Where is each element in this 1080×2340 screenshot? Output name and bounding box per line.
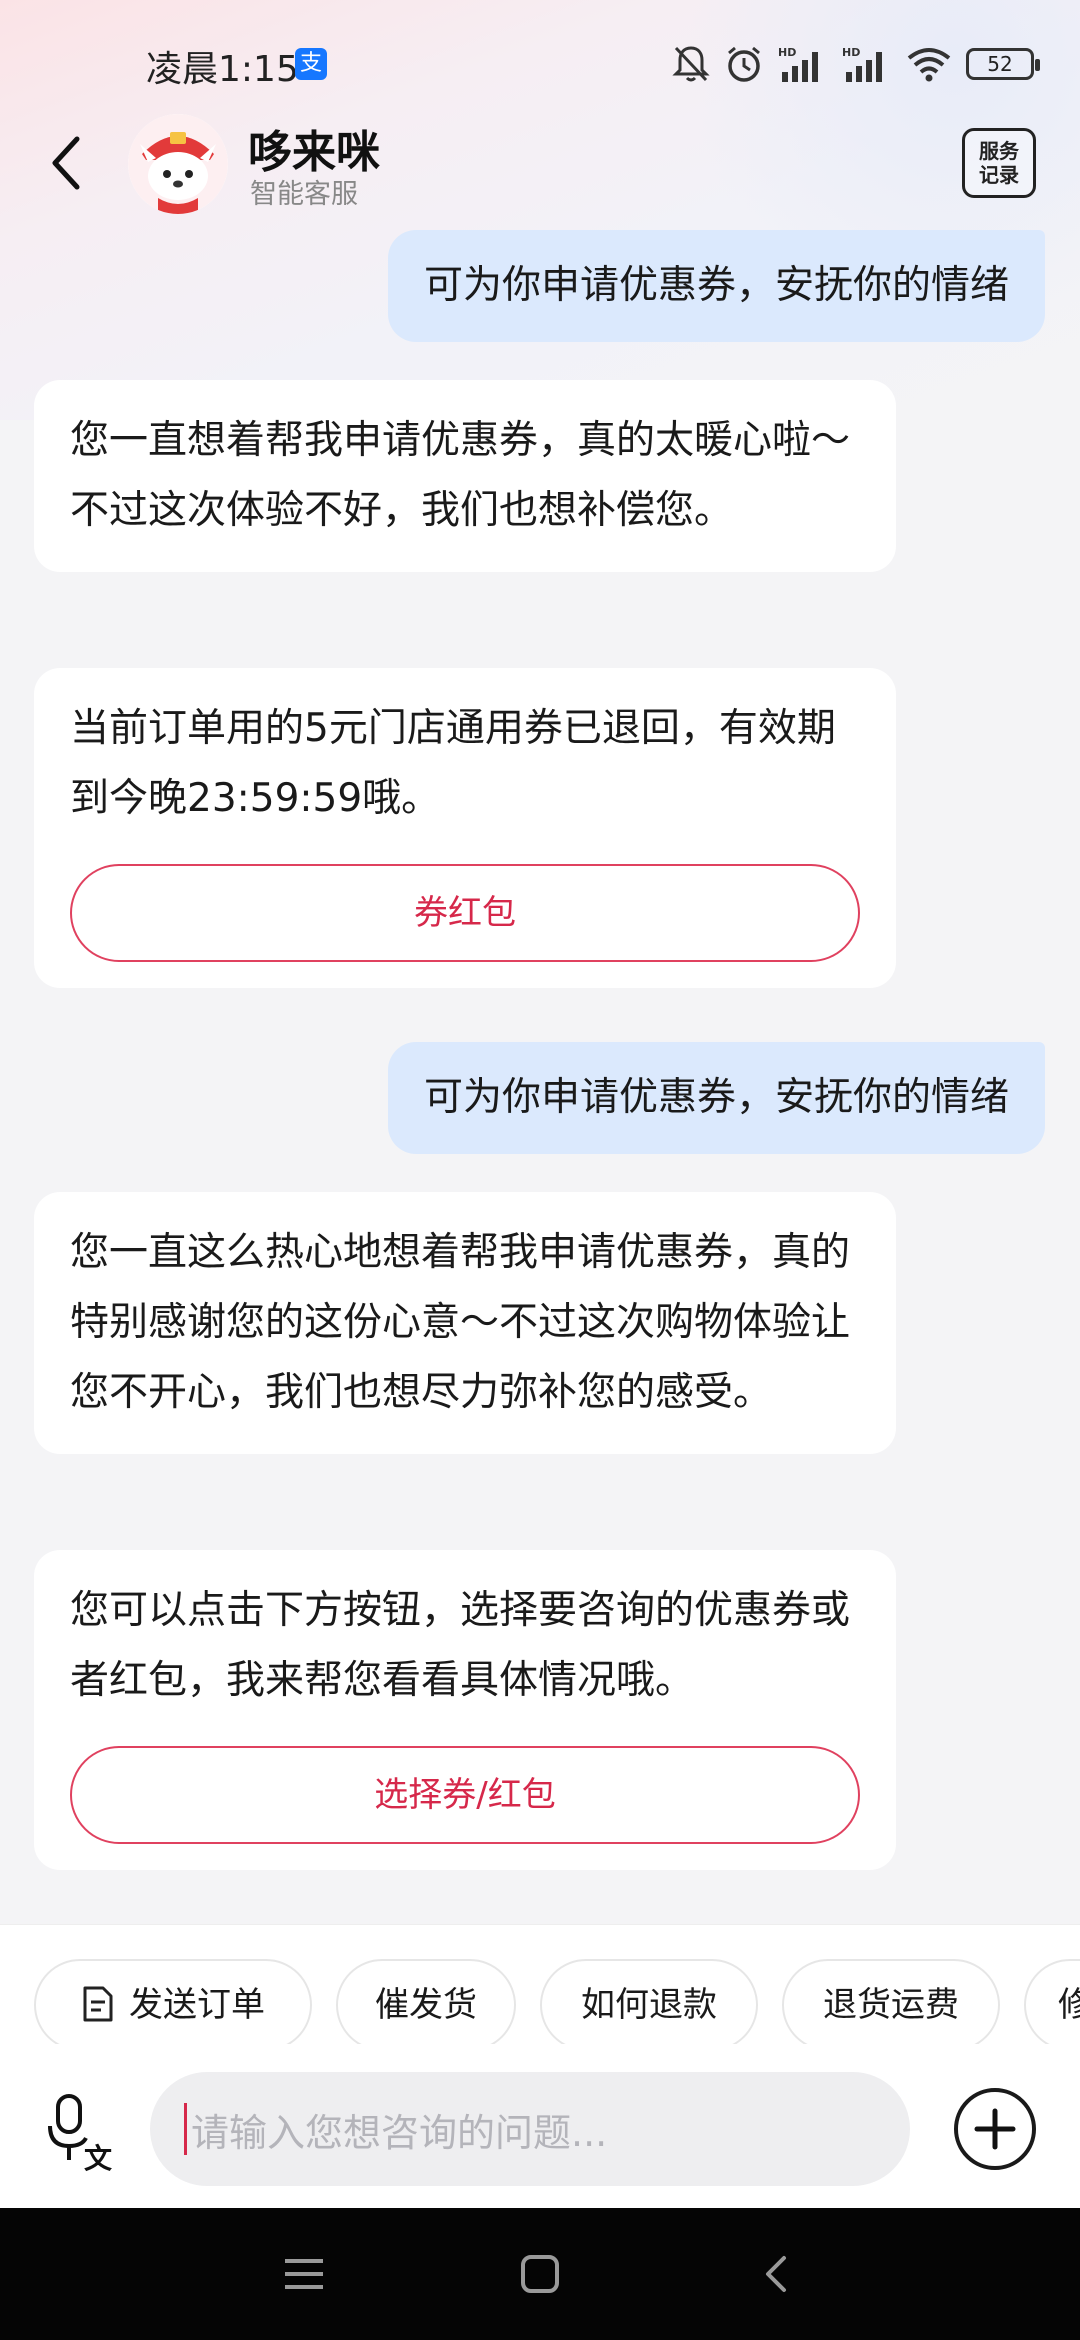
input-placeholder: 请输入您想咨询的问题... — [191, 2110, 608, 2155]
message-text: 您可以点击下方按钮，选择要咨询的优惠券或者红包，我来帮您看看具体情况哦。 — [70, 1588, 851, 1703]
voice-to-text-icon: 文 — [48, 2094, 112, 2175]
message-input[interactable]: 请输入您想咨询的问题... — [150, 2072, 910, 2186]
quick-reply-urge-shipping[interactable]: 催发货 — [336, 1959, 516, 2044]
user-message: 可为你申请优惠券，安抚你的情绪 — [387, 1042, 1045, 1154]
voice-text-label: 文 — [84, 2142, 112, 2172]
text-cursor — [184, 2103, 187, 2155]
message-text: 可为你申请优惠券，安抚你的情绪 — [423, 263, 1009, 308]
chip-label: 修 — [1058, 1985, 1080, 2025]
system-nav-bar — [0, 2208, 1080, 2340]
document-icon — [83, 1986, 113, 2021]
chat-header: 哆来咪 智能客服 服务 记录 — [0, 108, 1080, 218]
quick-reply-return-shipping[interactable]: 退货运费 — [782, 1959, 1000, 2044]
quick-reply-send-order[interactable]: 发送订单 — [34, 1959, 312, 2044]
chip-label: 退货运费 — [823, 1985, 959, 2025]
status-time: 凌晨1:15 — [146, 49, 299, 90]
service-record-label-1: 服务 — [979, 139, 1019, 163]
bot-message: 当前订单用的5元门店通用券已退回，有效期到今晚23:59:59哦。 券红包 — [34, 668, 896, 988]
message-text: 您一直想着帮我申请优惠券，真的太暖心啦～不过这次体验不好，我们也想补偿您。 — [70, 418, 851, 533]
select-coupon-button[interactable]: 选择券/红包 — [70, 1746, 860, 1844]
plus-icon — [974, 2108, 1016, 2150]
hd-signal-icon: HD — [778, 46, 818, 82]
input-bar: 文 请输入您想咨询的问题... — [0, 2044, 1080, 2208]
coupon-redpacket-button[interactable]: 券红包 — [70, 864, 860, 962]
menu-icon — [285, 2259, 323, 2289]
chip-label: 发送订单 — [129, 1985, 265, 2025]
message-text: 当前订单用的5元门店通用券已退回，有效期到今晚23:59:59哦。 — [70, 706, 836, 821]
alipay-icon: 支 — [295, 48, 327, 80]
nav-menu-button[interactable] — [280, 2254, 328, 2294]
avatar[interactable] — [128, 114, 228, 214]
svg-text:HD: HD — [778, 46, 796, 59]
home-square-icon — [521, 2255, 559, 2293]
more-options-button[interactable] — [954, 2088, 1036, 2170]
bot-name: 哆来咪 — [248, 127, 380, 178]
bot-message: 您一直这么热心地想着帮我申请优惠券，真的特别感谢您的这份心意～不过这次购物体验让… — [34, 1192, 896, 1454]
service-record-button[interactable]: 服务 记录 — [962, 128, 1036, 198]
back-triangle-icon — [766, 2256, 786, 2292]
chevron-left-icon — [52, 136, 80, 190]
bot-message: 您一直想着帮我申请优惠券，真的太暖心啦～不过这次体验不好，我们也想补偿您。 — [34, 380, 896, 572]
battery-icon: 52 — [966, 48, 1040, 80]
nav-back-button[interactable] — [752, 2254, 800, 2294]
quick-reply-more[interactable]: 修 — [1024, 1959, 1080, 2044]
status-icons: HD HD 52 — [672, 40, 1040, 88]
mute-bell-icon — [672, 46, 710, 82]
bot-subtitle: 智能客服 — [250, 179, 358, 210]
chip-label: 催发货 — [375, 1985, 477, 2025]
quick-reply-how-to-refund[interactable]: 如何退款 — [540, 1959, 758, 2044]
chip-label: 如何退款 — [581, 1985, 717, 2025]
message-text: 您一直这么热心地想着帮我申请优惠券，真的特别感谢您的这份心意～不过这次购物体验让… — [70, 1230, 851, 1415]
hd-signal-icon: HD — [842, 46, 882, 82]
back-button[interactable] — [40, 128, 90, 198]
mascot-avatar-icon — [128, 114, 228, 214]
user-message: 可为你申请优惠券，安抚你的情绪 — [387, 230, 1045, 342]
message-text: 可为你申请优惠券，安抚你的情绪 — [423, 1075, 1009, 1120]
wifi-icon — [907, 48, 951, 82]
quick-reply-bar[interactable]: 发送订单 催发货 如何退款 退货运费 修 — [0, 1924, 1080, 2044]
service-record-label-2: 记录 — [979, 163, 1019, 187]
nav-home-button[interactable] — [516, 2254, 564, 2294]
voice-input-button[interactable]: 文 — [44, 2092, 116, 2175]
bot-message: 您可以点击下方按钮，选择要咨询的优惠券或者红包，我来帮您看看具体情况哦。 选择券… — [34, 1550, 896, 1870]
alarm-icon — [728, 46, 760, 82]
svg-text:HD: HD — [842, 46, 860, 59]
